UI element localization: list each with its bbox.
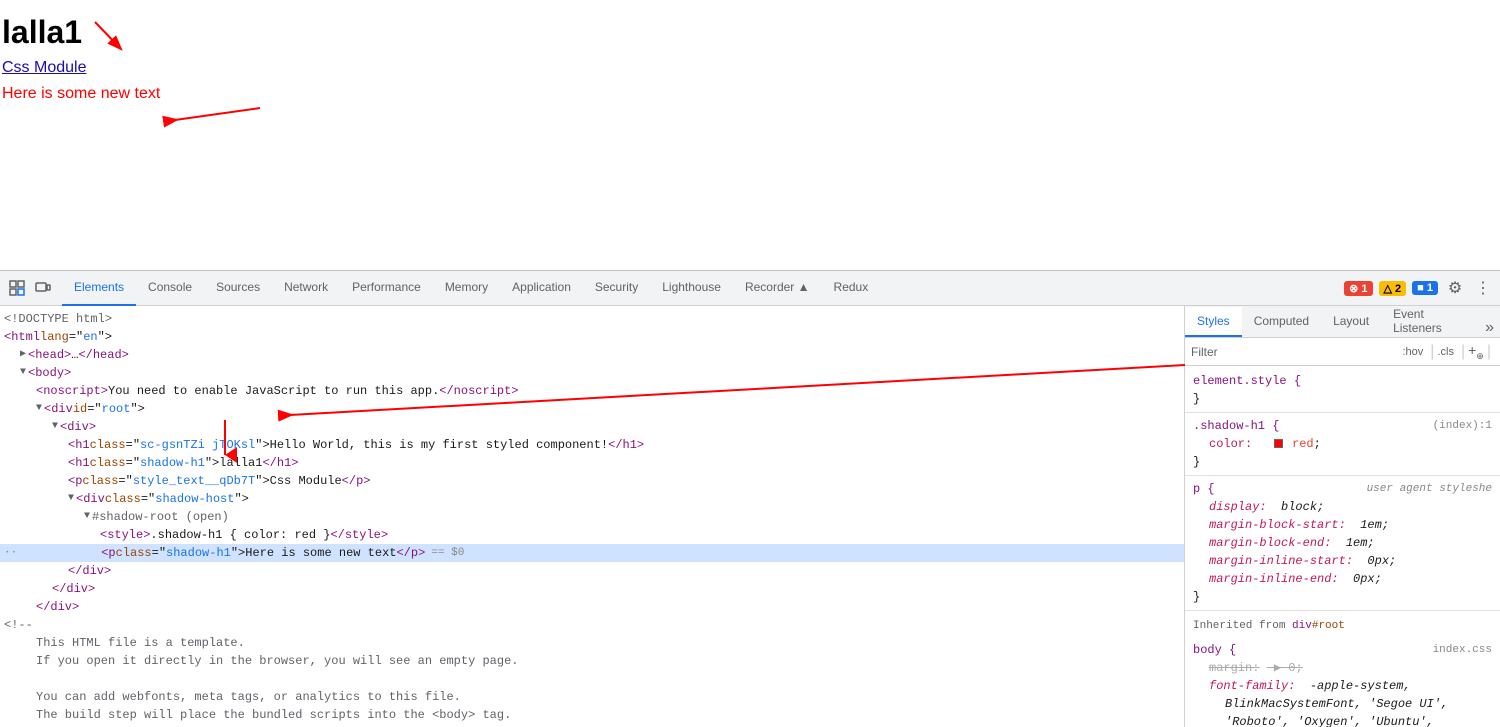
dom-line: <!-- [0,616,1184,634]
tab-lighthouse[interactable]: Lighthouse [650,271,733,306]
error-badge: ⊗ 1 [1344,281,1372,296]
styles-content: element.style { } .shadow-h1 { (index):1… [1185,366,1500,727]
style-selector: element.style { [1193,374,1301,388]
body-selector: body { [1193,643,1236,657]
dom-line[interactable]: </div> [0,562,1184,580]
tab-recorder[interactable]: Recorder ▲ [733,271,822,306]
tab-layout[interactable]: Layout [1321,307,1381,337]
style-prop-mie: margin-inline-end: 0px; [1209,570,1492,588]
style-prop-margin: margin: ▶ 0; [1209,659,1492,677]
devtools-toolbar: Elements Console Sources Network Perform… [0,271,1500,306]
filter-bar: Filter :hov | .cls | +⊕ | [1185,338,1500,366]
style-prop-mbs: margin-block-start: 1em; [1209,516,1492,534]
toolbar-icons [6,277,54,299]
style-block-body: body { index.css margin: ▶ 0; font-famil… [1185,639,1500,727]
style-block-element: element.style { } [1185,370,1500,410]
style-block-p-ua: p { user agent styleshe display: block; … [1185,478,1500,608]
dom-line[interactable]: </div> [0,580,1184,598]
style-prop-color: color: red; [1209,435,1492,453]
tab-network[interactable]: Network [272,271,340,306]
preview-h1: lalla1 [2,14,1500,51]
dom-line[interactable]: ▼ <div id="root"> [0,400,1184,418]
devtools-body: <!DOCTYPE html> <html lang="en"> ▶ <head… [0,306,1500,727]
dom-line[interactable]: ▼ <body> [0,364,1184,382]
info-badge: ■ 1 [1412,281,1438,295]
filter-label: Filter [1191,345,1218,359]
style-prop-mbe: margin-block-end: 1em; [1209,534,1492,552]
devtools-panel: Elements Console Sources Network Perform… [0,270,1500,727]
dom-line[interactable]: ▶ <head>…</head> [0,346,1184,364]
shadow-h1-source: (index):1 [1433,417,1492,435]
shadow-h1-selector: .shadow-h1 { [1193,419,1279,433]
tab-sources[interactable]: Sources [204,271,272,306]
tab-redux[interactable]: Redux [822,271,881,306]
inherited-header: Inherited from div#root [1185,613,1500,639]
dom-line: If you open it directly in the browser, … [0,652,1184,670]
style-block-shadow-h1: .shadow-h1 { (index):1 color: red; } [1185,415,1500,473]
style-prop-fontfamily-2: BlinkMacSystemFont, 'Segoe UI', [1209,695,1492,713]
dom-line: <!DOCTYPE html> [0,310,1184,328]
warning-badge: △ 2 [1379,281,1407,296]
tab-computed[interactable]: Computed [1242,307,1321,337]
tab-performance[interactable]: Performance [340,271,433,306]
device-toolbar-button[interactable] [32,277,54,299]
preview-link[interactable]: Css Module [2,59,1500,77]
filter-cls[interactable]: .cls [1437,346,1454,358]
dom-line[interactable]: <h1 class="shadow-h1">lalla1</h1> [0,454,1184,472]
toolbar-right: ⊗ 1 △ 2 ■ 1 ⚙ ⋮ [1344,277,1494,299]
ua-source: user agent styleshe [1367,480,1492,498]
filter-hov[interactable]: :hov [1403,346,1424,358]
settings-button[interactable]: ⚙ [1444,277,1466,299]
preview-area: lalla1 Css Module Here is some new text [0,0,1500,270]
styles-tabs-more[interactable]: » [1485,319,1500,337]
toolbar-tabs: Elements Console Sources Network Perform… [62,271,880,305]
dom-line[interactable]: ▼ <div class="shadow-host"> [0,490,1184,508]
dom-line: This HTML file is a template. [0,634,1184,652]
dom-line[interactable]: <p class="style_text__qDb7T">Css Module<… [0,472,1184,490]
filter-plus[interactable]: +⊕ [1468,342,1484,362]
element-picker-button[interactable] [6,277,28,299]
dom-panel[interactable]: <!DOCTYPE html> <html lang="en"> ▶ <head… [0,306,1185,727]
style-prop-fontfamily: font-family: -apple-system, [1209,677,1492,695]
dom-line[interactable]: </div> [0,598,1184,616]
tab-event-listeners[interactable]: Event Listeners [1381,307,1485,337]
styles-tabs: Styles Computed Layout Event Listeners » [1185,306,1500,338]
style-prop-display: display: block; [1209,498,1492,516]
tab-console[interactable]: Console [136,271,204,306]
dom-line [0,670,1184,688]
dom-line: You can add webfonts, meta tags, or anal… [0,688,1184,706]
color-swatch-red[interactable] [1274,439,1283,448]
style-prop-fontfamily-3: 'Roboto', 'Oxygen', 'Ubuntu', [1209,713,1492,727]
p-selector: p { [1193,482,1215,496]
tab-memory[interactable]: Memory [433,271,500,306]
dom-line[interactable]: ▼ #shadow-root (open) [0,508,1184,526]
dom-line: The build step will place the bundled sc… [0,706,1184,724]
preview-red-text: Here is some new text [2,85,1500,103]
more-options-button[interactable]: ⋮ [1472,277,1494,299]
styles-panel: Styles Computed Layout Event Listeners »… [1185,306,1500,727]
tab-elements[interactable]: Elements [62,271,136,306]
dom-line[interactable]: <style>.shadow-h1 { color: red } </style… [0,526,1184,544]
tab-security[interactable]: Security [583,271,650,306]
dom-line[interactable]: <h1 class="sc-gsnTZi jTOKsl">Hello World… [0,436,1184,454]
dom-line[interactable]: <html lang="en"> [0,328,1184,346]
filter-input[interactable] [1224,345,1403,359]
style-close-brace: } [1193,392,1200,406]
dom-line[interactable]: <noscript>You need to enable JavaScript … [0,382,1184,400]
style-prop-mis: margin-inline-start: 0px; [1209,552,1492,570]
dom-line-selected[interactable]: ·· <p class="shadow-h1">Here is some new… [0,544,1184,562]
tab-application[interactable]: Application [500,271,583,306]
body-source: index.css [1433,641,1492,659]
tab-styles[interactable]: Styles [1185,307,1242,337]
dom-line[interactable]: ▼ <div> [0,418,1184,436]
